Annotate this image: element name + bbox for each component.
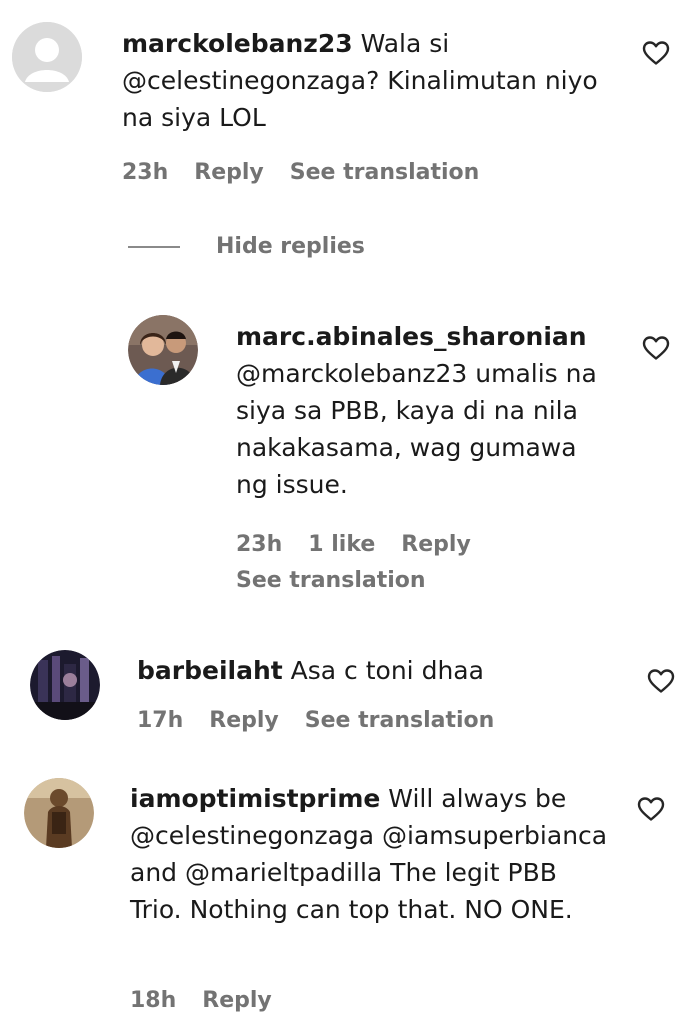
comment-text-block: barbeilaht Asa c toni dhaa [137,652,617,689]
reply-button[interactable]: Reply [209,706,279,736]
reply-button[interactable]: Reply [401,530,471,560]
user-avatar[interactable] [128,315,198,385]
see-translation-button[interactable]: See translation [236,566,426,596]
reply-marc-abinales-sharonian: marc.abinales_sharonian @marckolebanz23 … [0,300,691,620]
comment-marckolebanz23: marckolebanz23 Wala si @celestinegonzaga… [0,0,691,259]
comment-text-block: marc.abinales_sharonian @marckolebanz23 … [236,318,616,503]
reply-button[interactable]: Reply [194,158,264,188]
like-count[interactable]: 1 like [308,530,375,560]
comment-username[interactable]: iamoptimistprime [130,784,380,813]
hide-replies-button[interactable]: Hide replies [128,232,365,262]
comment-text-block: marckolebanz23 Wala si @celestinegonzaga… [122,25,622,136]
comment-username[interactable]: marckolebanz23 [122,29,353,58]
default-avatar-icon[interactable] [12,22,82,92]
user-avatar[interactable] [30,650,100,720]
see-translation-button[interactable]: See translation [290,158,480,188]
comment-text: @marckolebanz23 umalis na siya sa PBB, k… [236,359,597,499]
comment-time: 23h [236,532,283,557]
comment-time: 23h [122,160,169,185]
see-translation-button[interactable]: See translation [305,706,495,736]
comment-username[interactable]: barbeilaht [137,656,283,685]
comment-text-block: iamoptimistprime Will always be @celesti… [130,780,610,928]
reply-button[interactable]: Reply [202,986,272,1016]
comment-time: 17h [137,708,184,733]
heart-outline-icon[interactable] [642,40,670,66]
heart-outline-icon[interactable] [642,335,670,361]
hide-replies-divider [128,246,180,248]
comment-barbeilaht: barbeilaht Asa c toni dhaa 17h Reply See t… [0,640,691,760]
heart-outline-icon[interactable] [647,668,675,694]
heart-outline-icon[interactable] [637,796,665,822]
user-avatar[interactable] [24,778,94,848]
comment-meta: 23h Reply See translation [122,158,479,188]
comment-meta-secondary: See translation [236,566,426,596]
comment-text: Asa c toni dhaa [282,656,484,685]
comment-iamoptimistprime: iamoptimistprime Will always be @celesti… [0,770,691,1024]
comment-meta: 18h Reply [130,986,298,1016]
comment-username[interactable]: marc.abinales_sharonian [236,318,616,355]
comment-meta: 17h Reply See translation [137,706,494,736]
hide-replies-label: Hide replies [216,234,365,259]
comment-meta: 23h 1 like Reply [236,530,497,560]
comment-time: 18h [130,988,177,1013]
